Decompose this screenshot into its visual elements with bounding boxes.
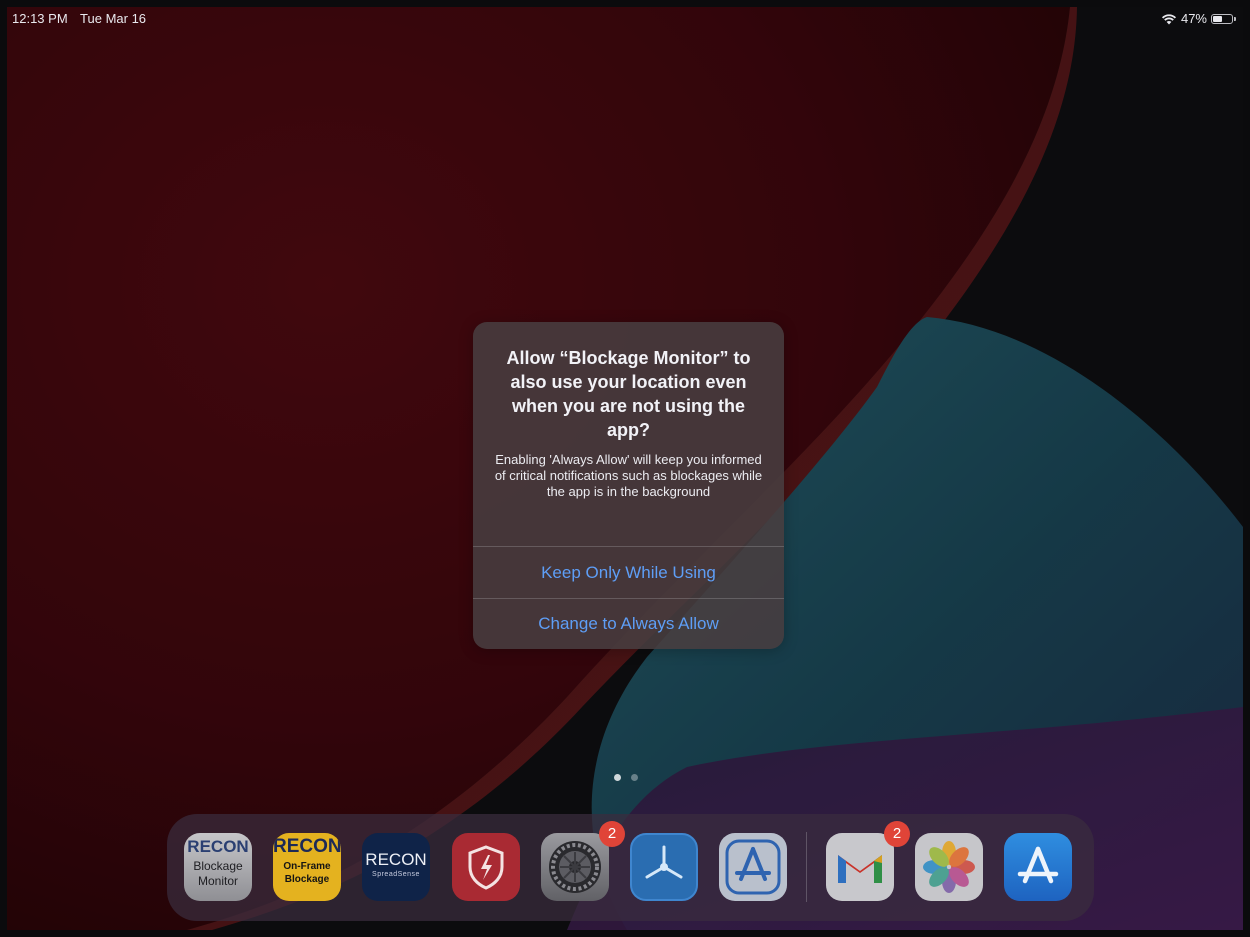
battery-cap	[1234, 16, 1236, 21]
app-store-outline-icon	[725, 839, 781, 895]
page-dot-active	[614, 774, 621, 781]
app-store-app[interactable]	[1004, 833, 1072, 901]
shield-icon	[468, 845, 504, 890]
app-label-line: Blockage	[284, 874, 330, 885]
page-indicator[interactable]	[614, 774, 638, 781]
status-left: 12:13 PM Tue Mar 16	[12, 11, 155, 26]
location-permission-alert: Allow “Blockage Monitor” to also use you…	[473, 322, 784, 649]
app-store-icon	[1017, 846, 1059, 884]
gmail-badge: 2	[884, 821, 910, 847]
gmail-app[interactable]	[826, 833, 894, 901]
recon-on-frame-blockage-app[interactable]: RECON On-Frame Blockage	[273, 833, 341, 901]
recon-spreadsense-app[interactable]: RECON SpreadSense	[362, 833, 430, 901]
app-label-line: RECON	[365, 850, 427, 869]
wifi-icon	[1161, 13, 1177, 24]
photos-icon	[923, 841, 975, 893]
page-dot	[631, 774, 638, 781]
settings-badge: 2	[599, 821, 625, 847]
photos-app[interactable]	[915, 833, 983, 901]
status-date: Tue Mar 16	[80, 11, 147, 26]
settings-app[interactable]	[541, 833, 609, 901]
app-label-line: On-Frame	[283, 861, 331, 872]
keep-only-while-using-button[interactable]: Keep Only While Using	[473, 548, 784, 598]
app-label-line: SpreadSense	[372, 871, 420, 878]
battery-level	[1213, 15, 1222, 22]
alert-message: Enabling 'Always Allow' will keep you in…	[494, 452, 763, 499]
app-label-line: Monitor	[197, 874, 238, 888]
app-label-line: RECON	[273, 836, 341, 857]
settings-gear-icon	[549, 841, 601, 893]
alert-title: Allow “Blockage Monitor” to also use you…	[506, 348, 751, 440]
status-time: 12:13 PM	[12, 11, 68, 26]
battery-icon	[1211, 13, 1233, 24]
gmail-icon	[838, 855, 882, 883]
app-label-line: Blockage	[193, 859, 243, 873]
status-bar: 12:13 PM Tue Mar 16 47%	[7, 7, 1243, 31]
dock-separator	[806, 832, 807, 902]
red-shield-app[interactable]	[452, 833, 520, 901]
change-to-always-allow-button[interactable]: Change to Always Allow	[473, 599, 784, 649]
alert-divider	[473, 546, 784, 547]
status-right: 47%	[1161, 11, 1236, 26]
recon-blockage-monitor-app[interactable]: RECON Blockage Monitor	[184, 833, 252, 901]
propeller-app[interactable]	[630, 833, 698, 901]
ipad-screen: 12:13 PM Tue Mar 16 47% Allow “Blockage …	[7, 7, 1243, 930]
battery-percent: 47%	[1180, 11, 1207, 26]
app-label-line: RECON	[187, 837, 249, 856]
propeller-icon	[645, 845, 683, 879]
app-store-outline-app[interactable]	[719, 833, 787, 901]
dock: RECON Blockage Monitor RECON On-Frame Bl…	[167, 814, 1094, 921]
